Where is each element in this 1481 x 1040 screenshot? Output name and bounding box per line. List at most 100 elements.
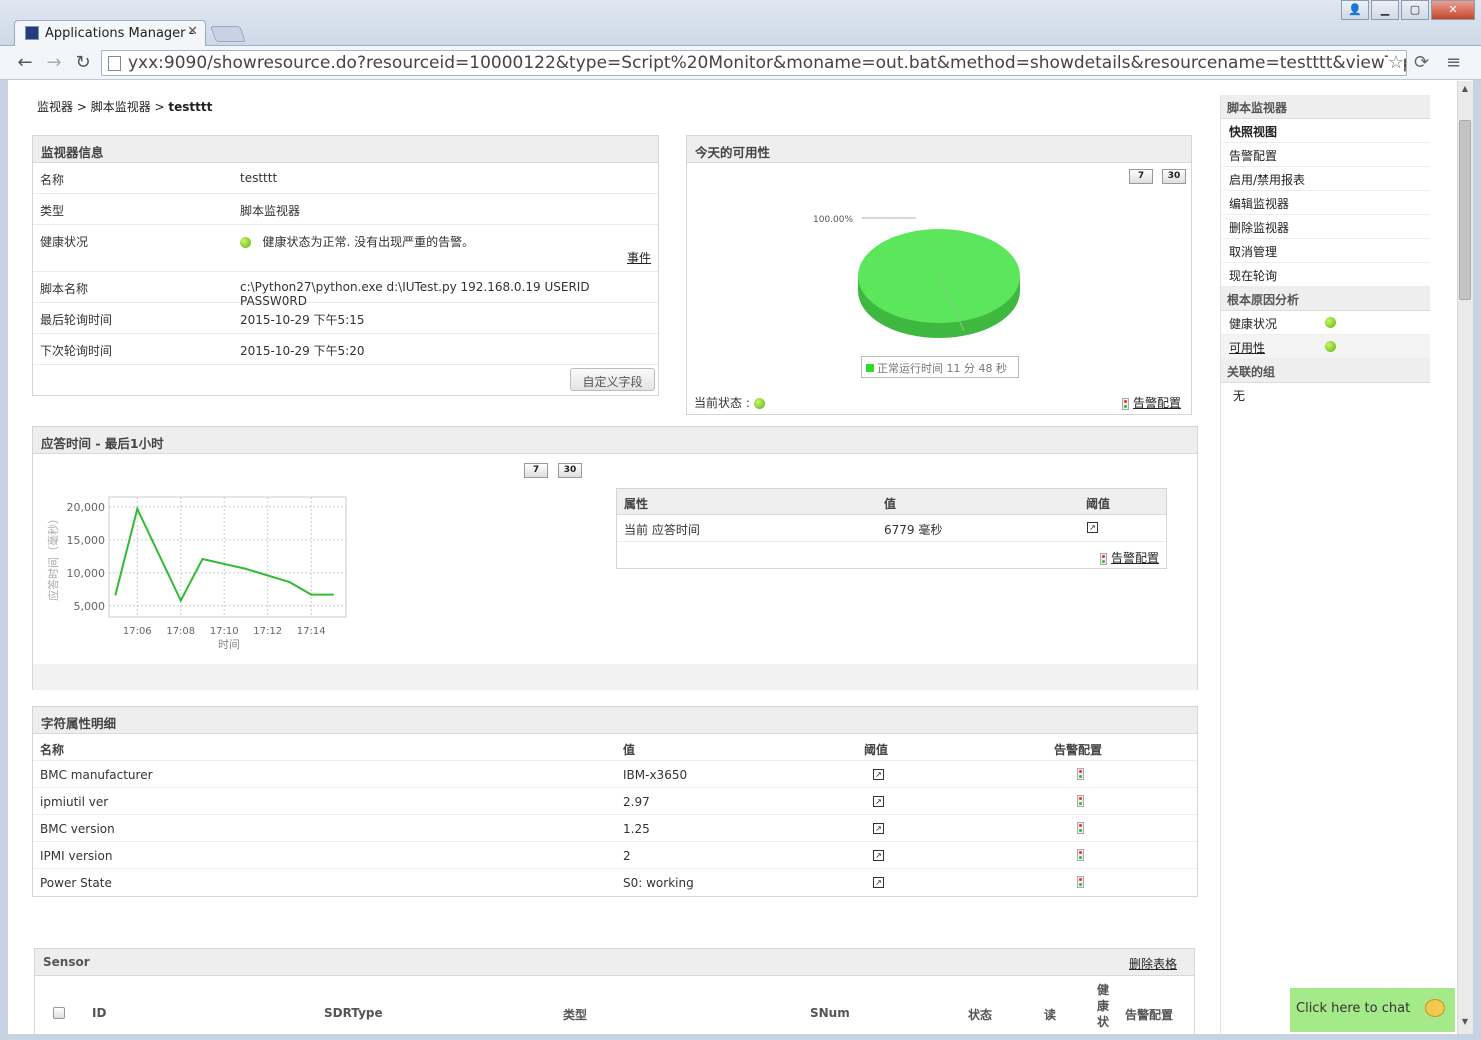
header-id: ID xyxy=(92,1006,107,1020)
close-window-button[interactable]: ✕ xyxy=(1431,0,1475,20)
threshold-edit-icon[interactable]: ↗ xyxy=(873,769,884,780)
sidebar-section-rca: 根本原因分析 xyxy=(1221,287,1430,311)
y-tick-label: 10,000 xyxy=(67,567,106,580)
attribute-table: 属性 值 阈值 当前 应答时间 6779 毫秒 ↗ 告警配置 xyxy=(616,488,1167,569)
scrollbar-thumb[interactable] xyxy=(1459,120,1471,300)
threshold-edit-icon[interactable]: ↗ xyxy=(873,850,884,861)
legend-text: 正常运行时间 11 分 48 秒 xyxy=(877,362,1007,375)
address-bar[interactable]: yxx:9090/showresource.do?resourceid=1000… xyxy=(101,50,1407,76)
period-7-button[interactable]: 7 xyxy=(1129,169,1153,184)
attribute-alarm-config[interactable]: 告警配置 xyxy=(1100,549,1159,566)
sidebar-item-availability[interactable]: 可用性 xyxy=(1221,335,1430,359)
availability-alarm-config[interactable]: 告警配置 xyxy=(1122,394,1181,411)
sidebar-item-toggle-reports[interactable]: 启用/禁用报表 xyxy=(1221,167,1430,191)
x-axis-label: 时间 xyxy=(218,638,240,651)
bookmark-star-icon[interactable]: ☆ xyxy=(1387,52,1404,73)
x-tick-label: 17:10 xyxy=(210,626,239,637)
sidebar-item-delete-monitor[interactable]: 删除监视器 xyxy=(1221,215,1430,239)
x-tick-label: 17:06 xyxy=(123,626,152,637)
select-all-checkbox[interactable] xyxy=(53,1007,65,1019)
threshold-edit-icon[interactable]: ↗ xyxy=(1087,522,1098,533)
breadcrumb-current: testttt xyxy=(168,100,213,114)
sidebar-group-none: 无 xyxy=(1233,389,1246,403)
header-name: 名称 xyxy=(40,743,65,757)
user-icon[interactable]: 👤 xyxy=(1341,0,1369,20)
period-30-button[interactable]: 30 xyxy=(558,463,582,478)
scroll-up-icon[interactable]: ▲ xyxy=(1457,84,1473,98)
browser-tab[interactable]: Applications Manager - ✕ xyxy=(14,20,206,46)
header-alarm-config: 告警配置 xyxy=(1125,1008,1174,1022)
attribute-table-header: 属性 值 阈值 xyxy=(617,489,1166,515)
chat-widget[interactable]: Click here to chat xyxy=(1290,988,1455,1032)
sidebar-item-snapshot[interactable]: 快照视图 xyxy=(1221,119,1430,143)
close-tab-icon[interactable]: ✕ xyxy=(187,24,198,39)
y-tick-label: 15,000 xyxy=(67,534,106,547)
reload-icon[interactable]: ↻ xyxy=(72,52,94,73)
header-sdrtype: SDRType xyxy=(324,1006,383,1020)
row-key: 名称 xyxy=(40,173,65,187)
header-alarm-config: 告警配置 xyxy=(1054,743,1103,757)
series-point xyxy=(331,593,334,596)
rca-availability-link[interactable]: 可用性 xyxy=(1229,341,1265,355)
menu-icon[interactable]: ≡ xyxy=(1446,52,1461,73)
breadcrumb-separator: > xyxy=(150,100,169,114)
scroll-down-icon[interactable]: ▼ xyxy=(1457,1017,1473,1031)
sidebar-item-alarm-config[interactable]: 告警配置 xyxy=(1221,143,1430,167)
breadcrumb-script-monitor[interactable]: 脚本监视器 xyxy=(91,100,151,114)
alarm-config-icon[interactable] xyxy=(1077,876,1084,888)
maximize-button[interactable]: ▢ xyxy=(1401,0,1429,20)
alarm-config-link[interactable]: 告警配置 xyxy=(1111,551,1159,565)
threshold-edit-icon[interactable]: ↗ xyxy=(873,796,884,807)
series-point xyxy=(310,593,313,596)
window-frame-right xyxy=(1473,80,1481,1040)
breadcrumb-monitors[interactable]: 监视器 xyxy=(37,100,73,114)
info-row-health: 健康状况 健康状态为正常. 没有出现严重的告警。 事件 xyxy=(33,225,658,272)
delete-table-link[interactable]: 删除表格 xyxy=(1129,955,1177,972)
threshold-edit-icon[interactable]: ↗ xyxy=(873,823,884,834)
forward-icon[interactable]: → xyxy=(43,52,65,73)
current-status-icon xyxy=(753,398,765,409)
pie-percent-label: 100.00% xyxy=(813,215,853,225)
alarm-config-link[interactable]: 告警配置 xyxy=(1133,396,1181,410)
alarm-config-icon[interactable] xyxy=(1077,768,1084,780)
alarm-config-icon[interactable] xyxy=(1077,849,1084,861)
alarm-config-icon[interactable] xyxy=(1077,795,1084,807)
header-threshold: 阈值 xyxy=(864,743,889,757)
series-point xyxy=(288,581,291,584)
extension-icon[interactable]: ⟳ xyxy=(1414,52,1429,73)
events-link[interactable]: 事件 xyxy=(627,249,651,266)
period-7-button[interactable]: 7 xyxy=(524,463,548,478)
attr-name: BMC manufacturer xyxy=(40,768,153,782)
new-tab-button[interactable] xyxy=(210,26,246,42)
row-value: 健康状态为正常. 没有出现严重的告警。 xyxy=(240,233,474,250)
sidebar-item-unmanage[interactable]: 取消管理 xyxy=(1221,239,1430,263)
minimize-button[interactable]: ▁ xyxy=(1371,0,1399,20)
info-row-script: 脚本名称 c:\Python27\python.exe d:\IUTest.py… xyxy=(33,272,658,308)
x-tick-labels: 17:06 17:08 17:10 17:12 17:14 xyxy=(123,626,326,637)
series-point xyxy=(201,557,204,560)
row-value: 2015-10-29 下午5:20 xyxy=(240,344,365,358)
sidebar-item-health[interactable]: 健康状况 xyxy=(1221,311,1430,335)
app-favicon-icon xyxy=(25,26,39,40)
alarm-config-icon[interactable] xyxy=(1077,822,1084,834)
custom-fields-button[interactable]: 自定义字段 xyxy=(570,368,655,391)
health-status-icon xyxy=(1325,317,1336,328)
row-key: 脚本名称 xyxy=(40,282,89,296)
sidebar-item-poll-now[interactable]: 现在轮询 xyxy=(1221,263,1430,287)
back-icon[interactable]: ← xyxy=(14,52,36,73)
sidebar-item-edit-monitor[interactable]: 编辑监视器 xyxy=(1221,191,1430,215)
window-frame-left xyxy=(0,80,8,1040)
attr-value: 6779 毫秒 xyxy=(884,523,943,537)
breadcrumb: 监视器 > 脚本监视器 > testttt xyxy=(37,98,212,115)
attr-name: BMC version xyxy=(40,822,115,836)
y-tick-label: 5,000 xyxy=(74,600,106,613)
threshold-edit-icon[interactable]: ↗ xyxy=(873,877,884,888)
attr-name: ipmiutil ver xyxy=(40,795,109,809)
header-value: 值 xyxy=(623,743,636,757)
right-sidebar: 脚本监视器 快照视图 告警配置 启用/禁用报表 编辑监视器 删除监视器 取消管理… xyxy=(1220,95,1430,1034)
attr-name: IPMI version xyxy=(40,849,113,863)
row-value: testttt xyxy=(240,171,278,185)
period-30-button[interactable]: 30 xyxy=(1162,169,1186,184)
x-tick-label: 17:12 xyxy=(253,626,282,637)
series-point xyxy=(244,567,247,570)
